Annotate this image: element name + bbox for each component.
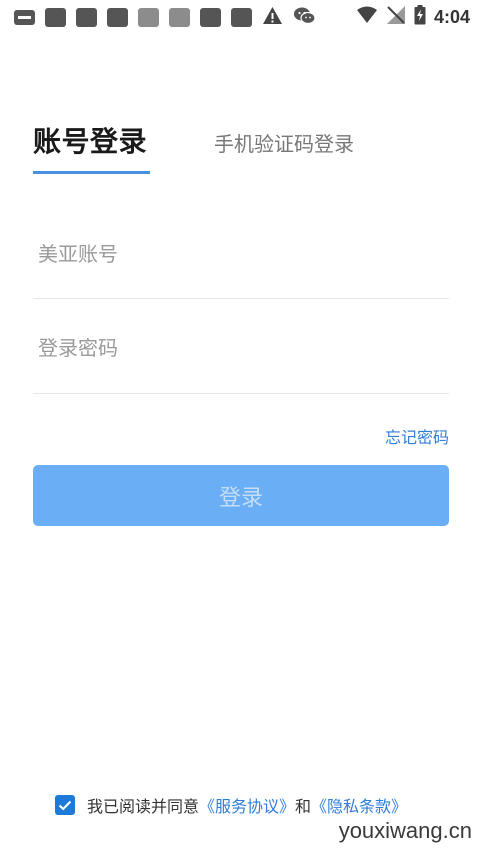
password-field [33,328,449,368]
agreement-row: 我已阅读并同意 《服务协议》 和 《隐私条款》 [55,793,407,817]
account-field [33,234,449,274]
status-bar-time: 4:04 [433,6,470,27]
status-bar-system: 4:04 [356,5,470,29]
tab-phone-login[interactable]: 手机验证码登录 [214,128,354,157]
password-input[interactable] [33,328,449,368]
agreement-text: 我已阅读并同意 [87,797,200,816]
status-bar-notifications [14,6,326,28]
checkmark-icon [58,800,72,810]
account-divider [33,298,449,299]
account-input[interactable] [33,234,449,274]
notification-icon [76,7,97,27]
notification-icon [45,7,66,27]
wechat-icon [293,6,316,29]
watermark: youxiwang.cn [338,818,472,843]
agreement-connector: 和 [295,797,312,816]
battery-icon [414,5,426,29]
notification-icon [231,7,252,27]
warning-icon [262,6,283,29]
forgot-password-link[interactable]: 忘记密码 [385,424,449,448]
signal-icon [386,5,406,29]
chat-icon [14,9,35,25]
password-divider [33,393,449,394]
notification-icon [169,7,190,27]
status-bar: 4:04 [0,0,480,34]
wifi-icon [356,6,378,28]
notification-icon [138,7,159,27]
active-tab-indicator [33,171,150,174]
login-button[interactable]: 登录 [33,465,449,526]
service-agreement-link[interactable]: 《服务协议》 [199,793,295,817]
tab-account-login[interactable]: 账号登录 [33,120,147,160]
notification-icon [107,7,128,27]
agreement-checkbox[interactable] [55,795,75,815]
privacy-policy-link[interactable]: 《隐私条款》 [311,793,407,817]
notification-icon [200,7,221,27]
